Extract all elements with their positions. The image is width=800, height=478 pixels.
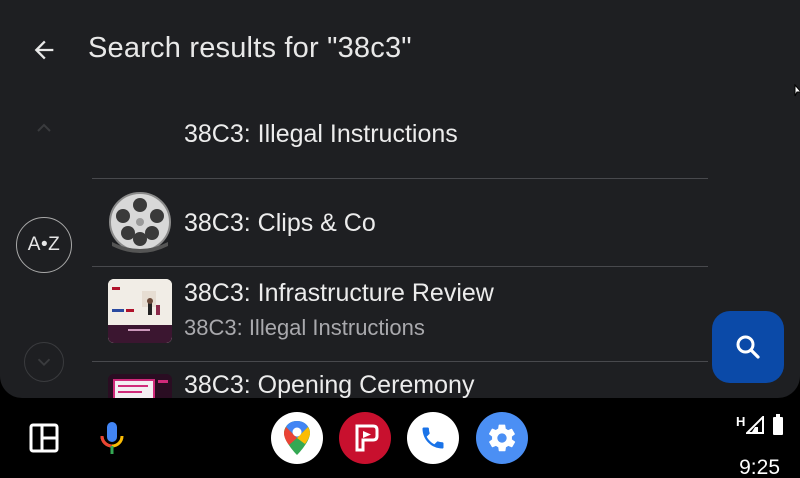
search-icon [736,335,760,359]
signal-icon [746,416,764,434]
item-subtitle: 38C3: Illegal Instructions [184,315,425,340]
settings-icon[interactable] [476,412,528,464]
taskbar: H 9:25 [0,398,800,478]
list-item[interactable]: 38C3: Opening Ceremony [92,362,708,398]
status-area: H 9:25 [734,412,794,478]
scroll-up-button[interactable] [28,112,60,144]
clock: 9:25 [739,456,780,478]
media-browser: Search results for "38c3" A•Z 38C3: Ille… [0,0,800,398]
video-thumbnail [108,279,172,343]
maps-icon[interactable] [271,412,323,464]
chevron-down-icon [37,358,51,367]
scroll-down-button[interactable] [24,342,64,382]
podcast-addict-icon[interactable] [339,412,391,464]
list-item[interactable]: 38C3: Infrastructure Review 38C3: Illega… [92,267,708,361]
dashboard-icon [29,423,59,453]
header: Search results for "38c3" [0,0,800,100]
network-type-label: H [736,414,746,429]
dashboard-button[interactable] [24,418,64,458]
results-list: 38C3: Illegal Instructions 38C3: Clips &… [92,92,708,398]
video-thumbnail [108,374,172,398]
chevron-up-icon [37,123,51,132]
battery-icon [773,414,783,435]
item-title: 38C3: Opening Ceremony [184,371,475,398]
alphabet-jump-button[interactable]: A•Z [16,217,72,273]
phone-icon[interactable] [407,412,459,464]
az-label: A•Z [27,234,61,255]
back-button[interactable] [22,28,66,72]
item-title: 38C3: Infrastructure Review [184,279,494,307]
arrow-back-icon [34,40,54,60]
search-button[interactable] [712,311,784,383]
list-item[interactable]: 38C3: Illegal Instructions [92,92,708,178]
item-title: 38C3: Clips & Co [184,209,376,237]
list-item[interactable]: 38C3: Clips & Co [92,179,708,266]
assistant-mic-button[interactable] [92,416,132,460]
film-reel-icon [108,190,172,254]
page-title: Search results for "38c3" [88,32,412,64]
pointer-cursor-icon [794,84,800,97]
microphone-icon [100,422,124,454]
item-title: 38C3: Illegal Instructions [184,120,458,148]
